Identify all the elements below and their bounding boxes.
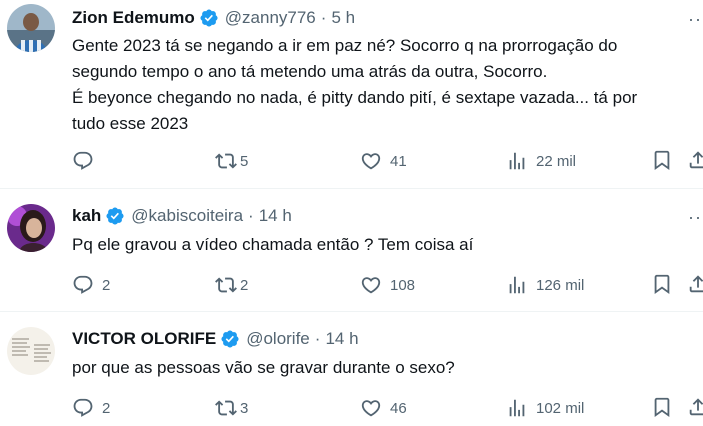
verified-badge-icon	[199, 8, 219, 28]
share-icon	[687, 396, 703, 418]
like-count: 108	[390, 276, 416, 294]
bookmark-icon	[651, 273, 673, 295]
timestamp[interactable]: 14 h	[259, 206, 292, 226]
views-icon	[506, 150, 528, 172]
like-icon	[360, 274, 382, 296]
views-icon	[506, 274, 528, 296]
timestamp[interactable]: 5 h	[331, 8, 355, 28]
reply-button[interactable]	[72, 149, 102, 173]
retweet-count: 5	[240, 152, 249, 170]
display-name[interactable]: VICTOR OLORIFE	[72, 329, 216, 349]
tweet-header: Zion Edemumo @zanny776 · 5 h	[72, 7, 355, 29]
retweet-count: 3	[240, 399, 249, 417]
like-button[interactable]: 41	[360, 149, 407, 173]
like-count: 41	[390, 152, 407, 170]
tweet[interactable]: VICTOR OLORIFE @olorife · 14 h por que a…	[0, 312, 703, 426]
share-button[interactable]	[687, 396, 703, 418]
display-name[interactable]: kah	[72, 206, 101, 226]
reply-count: 2	[102, 276, 111, 294]
display-name[interactable]: Zion Edemumo	[72, 8, 195, 28]
avatar[interactable]	[7, 327, 55, 375]
bookmark-icon	[651, 396, 673, 418]
share-icon	[687, 149, 703, 171]
views-button[interactable]: 126 mil	[506, 273, 584, 297]
share-button[interactable]	[687, 149, 703, 171]
reply-icon	[72, 274, 94, 296]
reply-icon	[72, 150, 94, 172]
bookmark-button[interactable]	[651, 396, 673, 418]
like-button[interactable]: 108	[360, 273, 415, 297]
timestamp[interactable]: 14 h	[325, 329, 358, 349]
separator-dot: ·	[314, 329, 321, 348]
retweet-icon	[215, 150, 237, 172]
share-icon	[687, 273, 703, 295]
views-button[interactable]: 102 mil	[506, 396, 584, 420]
views-count: 22 mil	[536, 152, 577, 170]
like-icon	[360, 397, 382, 419]
handle[interactable]: @zanny776	[225, 8, 316, 28]
retweet-icon	[215, 397, 237, 419]
retweet-count: 2	[240, 276, 249, 294]
separator-dot: ·	[248, 206, 254, 225]
avatar[interactable]	[7, 4, 55, 52]
avatar[interactable]	[7, 204, 55, 252]
like-count: 46	[390, 399, 407, 417]
action-bar: 2 3 46 102 mil	[72, 396, 703, 420]
handle[interactable]: @kabiscoiteira	[131, 206, 243, 226]
retweet-button[interactable]: 5	[215, 149, 248, 173]
tweet[interactable]: Zion Edemumo @zanny776 · 5 h ··· Gente 2…	[0, 0, 703, 188]
tweet-text-line: Gente 2023 tá se negando a ir em paz né?…	[72, 36, 618, 55]
bookmark-button[interactable]	[651, 149, 673, 171]
reply-icon	[72, 397, 94, 419]
tweet-header: kah @kabiscoiteira · 14 h	[72, 205, 292, 227]
tweet-text: Gente 2023 tá se negando a ir em paz né?…	[72, 33, 703, 137]
bookmark-button[interactable]	[651, 273, 673, 295]
reply-button[interactable]: 2	[72, 396, 110, 420]
retweet-button[interactable]: 2	[215, 273, 248, 297]
retweet-button[interactable]: 3	[215, 396, 248, 420]
views-count: 102 mil	[536, 399, 585, 417]
more-icon[interactable]: ···	[688, 208, 703, 232]
views-icon	[506, 397, 528, 419]
action-bar: 2 2 108 126 mil	[72, 273, 703, 297]
tweet-text-line: por que as pessoas vão se gravar durante…	[72, 358, 455, 377]
tweet-text: Pq ele gravou a vídeo chamada então ? Te…	[72, 232, 703, 258]
tweet[interactable]: kah @kabiscoiteira · 14 h ··· Pq ele gra…	[0, 189, 703, 311]
action-bar: 5 41 22 mil	[72, 149, 703, 173]
tweet-text-line: tudo esse 2023	[72, 114, 189, 133]
views-count: 126 mil	[536, 276, 585, 294]
more-icon[interactable]: ···	[688, 10, 703, 34]
views-button[interactable]: 22 mil	[506, 149, 576, 173]
reply-count: 2	[102, 399, 111, 417]
tweet-text-line: Pq ele gravou a vídeo chamada então ? Te…	[72, 235, 474, 254]
tweet-text: por que as pessoas vão se gravar durante…	[72, 355, 703, 381]
like-button[interactable]: 46	[360, 396, 407, 420]
like-icon	[360, 150, 382, 172]
reply-button[interactable]: 2	[72, 273, 110, 297]
verified-badge-icon	[220, 329, 240, 349]
tweet-header: VICTOR OLORIFE @olorife · 14 h	[72, 328, 359, 350]
tweet-text-line: segundo tempo o ano tá metendo uma atrás…	[72, 62, 548, 81]
tweet-text-line: É beyonce chegando no nada, é pitty dand…	[72, 88, 638, 107]
share-button[interactable]	[687, 273, 703, 295]
handle[interactable]: @olorife	[246, 329, 310, 349]
separator-dot: ·	[320, 8, 327, 27]
verified-badge-icon	[105, 206, 125, 226]
retweet-icon	[215, 274, 237, 296]
bookmark-icon	[651, 149, 673, 171]
